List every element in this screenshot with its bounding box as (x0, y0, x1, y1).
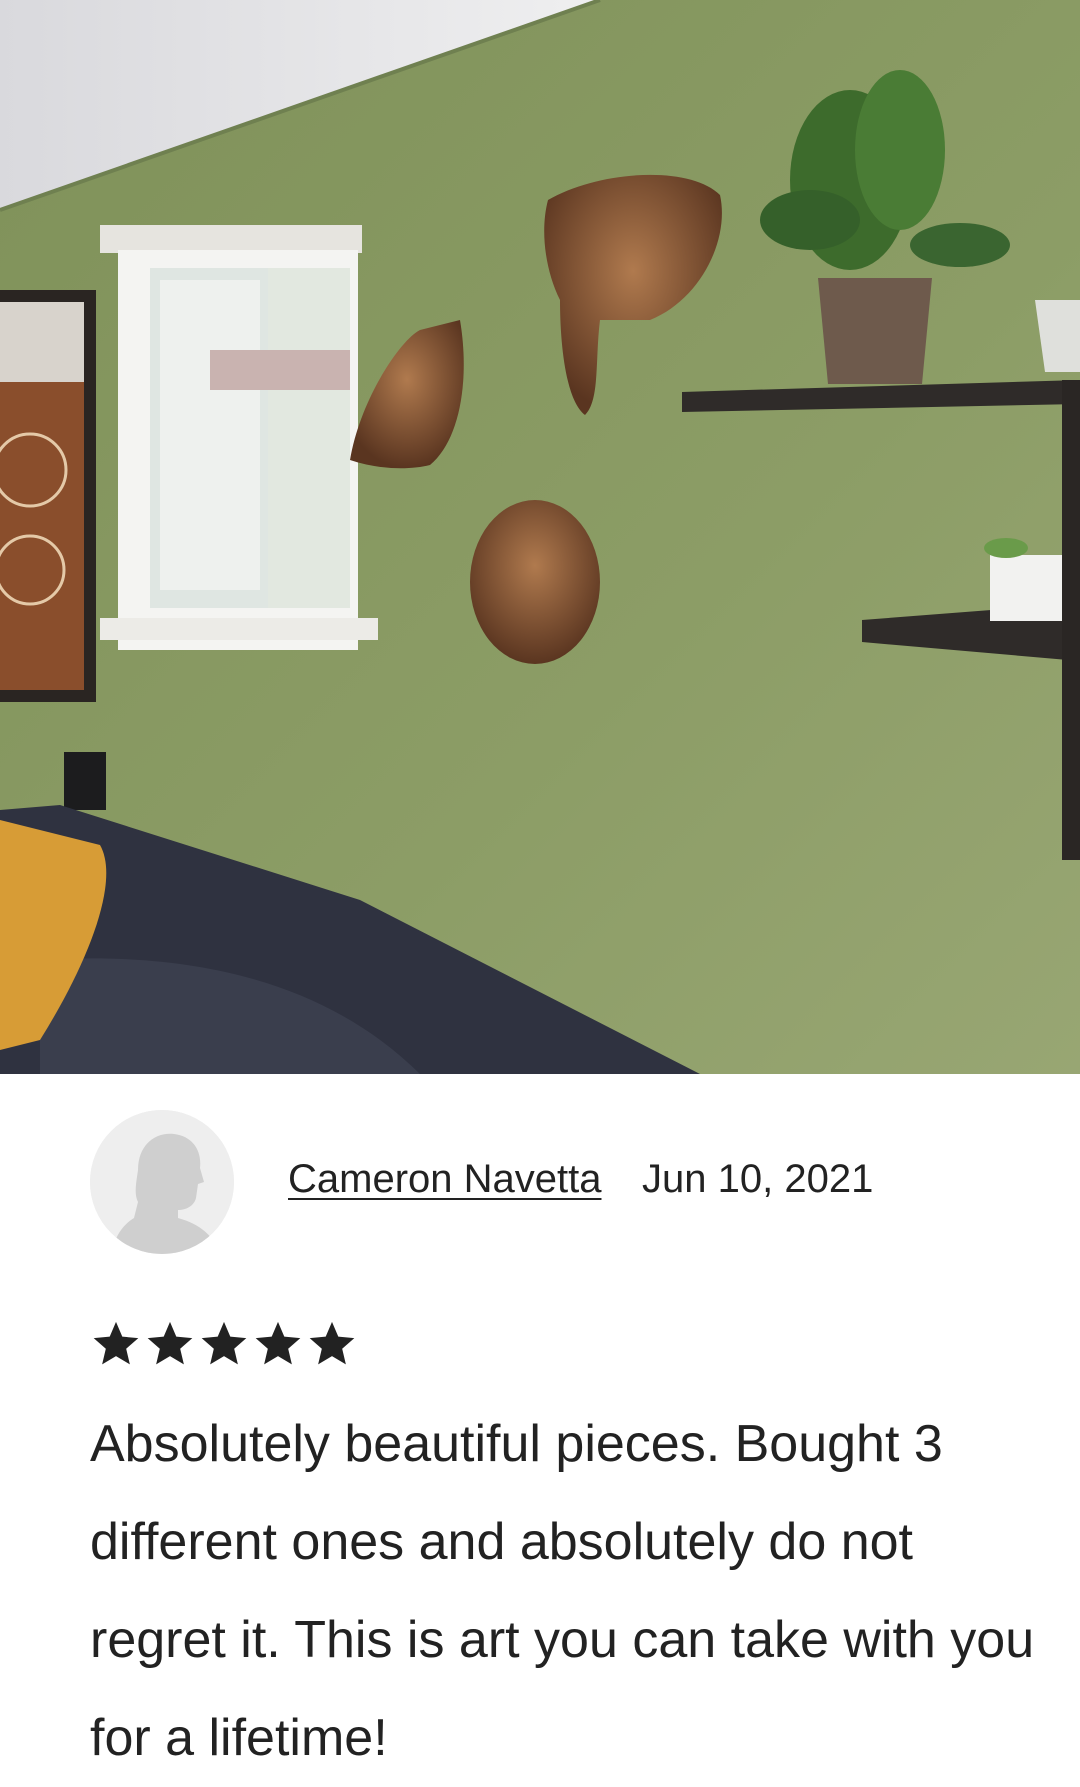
default-user-silhouette-icon (90, 1110, 234, 1254)
star-rating (90, 1318, 358, 1370)
review-text: Absolutely beautiful pieces. Bought 3 di… (90, 1415, 1035, 1767)
star-icon (255, 1321, 301, 1365)
star-icon (147, 1321, 193, 1365)
review-date: Jun 10, 2021 (642, 1157, 874, 1201)
star-icon (201, 1321, 247, 1365)
star-icon (93, 1321, 139, 1365)
reviewer-name-link[interactable]: Cameron Navetta (288, 1154, 601, 1204)
review-photo[interactable] (0, 0, 1080, 1074)
reviewer-row: Cameron Navetta Jun 10, 2021 (90, 1110, 1050, 1254)
star-icon (309, 1321, 355, 1365)
avatar[interactable] (90, 1110, 234, 1254)
